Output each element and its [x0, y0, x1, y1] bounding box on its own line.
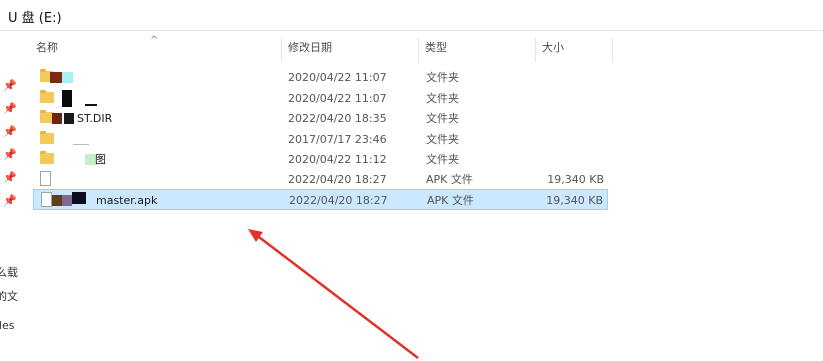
annotation-arrow-line: [254, 233, 419, 359]
annotation-arrow-icon: [248, 229, 419, 359]
annotation-arrow-head: [248, 229, 263, 242]
